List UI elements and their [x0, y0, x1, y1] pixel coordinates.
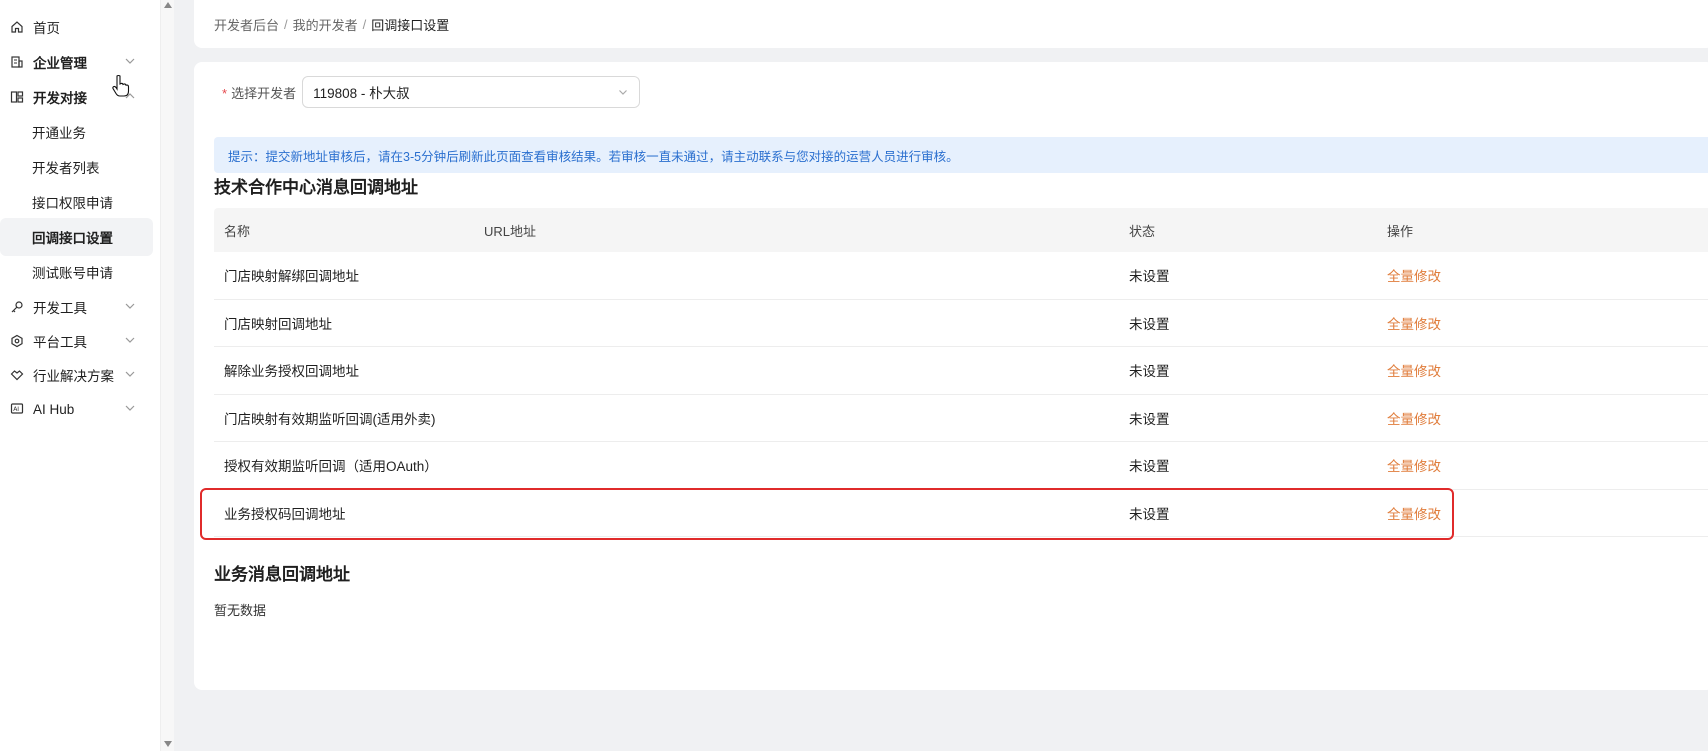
- sidebar-subitem-label: 开通业务: [32, 126, 86, 141]
- sidebar-item-enterprise[interactable]: 企业管理: [0, 43, 160, 81]
- empty-state-text: 暂无数据: [214, 603, 267, 618]
- home-icon: [9, 19, 25, 35]
- column-header-status: 状态: [1129, 223, 1156, 239]
- breadcrumb-item-my-developers[interactable]: 我的开发者: [293, 15, 358, 34]
- row-name: 授权有效期监听回调（适用OAuth）: [224, 459, 438, 475]
- row-name: 门店映射回调地址: [224, 316, 332, 332]
- sidebar-subitem-developer-list[interactable]: 开发者列表: [0, 148, 153, 186]
- required-mark: *: [222, 85, 228, 101]
- main-content-card: * 选择开发者 119808 - 朴大叔 提示：提交新地址审核后，请在3-5分钟后…: [194, 62, 1708, 690]
- table-row: 门店映射回调地址 未设置 全量修改: [214, 300, 1708, 347]
- handshake-icon: [9, 367, 25, 383]
- section-title-tech-callback: 技术合作中心消息回调地址: [214, 178, 418, 197]
- hand-pointer-cursor-icon: [112, 74, 130, 97]
- sidebar-item-ai-hub[interactable]: AI AI Hub: [0, 390, 160, 428]
- row-name: 门店映射解绑回调地址: [224, 269, 359, 285]
- row-status: 未设置: [1129, 269, 1170, 285]
- sidebar-item-industry-solutions[interactable]: 行业解决方案: [0, 356, 160, 394]
- building-icon: [9, 54, 25, 70]
- chevron-down-icon: [124, 368, 138, 382]
- row-name: 门店映射有效期监听回调(适用外卖): [224, 411, 436, 427]
- row-status: 未设置: [1129, 411, 1170, 427]
- dev-connect-icon: [9, 89, 25, 105]
- full-edit-link[interactable]: 全量修改: [1387, 412, 1441, 427]
- breadcrumb: 开发者后台 / 我的开发者 / 回调接口设置: [194, 0, 1708, 48]
- row-status: 未设置: [1129, 364, 1170, 380]
- chevron-down-icon: [124, 300, 138, 314]
- developer-select-row: * 选择开发者 119808 - 朴大叔: [222, 76, 641, 108]
- developer-select[interactable]: 119808 - 朴大叔: [302, 76, 641, 108]
- sidebar-item-dev-connect[interactable]: 开发对接: [0, 78, 160, 116]
- row-status: 未设置: [1129, 459, 1170, 475]
- column-header-action: 操作: [1387, 223, 1414, 239]
- sidebar-item-label: 平台工具: [33, 335, 87, 350]
- column-header-url: URL地址: [484, 223, 537, 239]
- sidebar-subitem-open-business[interactable]: 开通业务: [0, 113, 153, 151]
- developer-select-value: 119808 - 朴大叔: [313, 86, 410, 101]
- scroll-thumb[interactable]: [164, 12, 172, 732]
- sidebar-item-label: 首页: [33, 21, 60, 36]
- chevron-down-icon: [124, 55, 138, 69]
- full-edit-link[interactable]: 全量修改: [1387, 317, 1441, 332]
- sidebar-item-platform-tools[interactable]: 平台工具: [0, 322, 160, 360]
- sidebar-item-label: AI Hub: [33, 401, 75, 417]
- sidebar-item-label: 开发工具: [33, 301, 87, 316]
- svg-text:AI: AI: [13, 406, 19, 413]
- developer-select-label: * 选择开发者: [222, 83, 296, 102]
- sidebar: 首页 企业管理 开发对接 开通业务 开发者列表 接口权限申请 回调接口设置 测试…: [0, 0, 174, 751]
- scroll-down-arrow-icon[interactable]: [164, 741, 172, 747]
- table-row: 解除业务授权回调地址 未设置 全量修改: [214, 347, 1708, 395]
- breadcrumb-item-current: 回调接口设置: [371, 17, 450, 33]
- row-name: 解除业务授权回调地址: [224, 364, 359, 380]
- sidebar-subitem-callback-settings[interactable]: 回调接口设置: [0, 218, 153, 256]
- table-row: 门店映射有效期监听回调(适用外卖) 未设置 全量修改: [214, 395, 1708, 442]
- info-alert: 提示：提交新地址审核后，请在3-5分钟后刷新此页面查看审核结果。若审核一直未通过…: [214, 137, 1708, 173]
- sidebar-scrollbar[interactable]: [160, 0, 174, 751]
- sidebar-subitem-label: 回调接口设置: [32, 231, 113, 246]
- section-title-business-callback: 业务消息回调地址: [214, 565, 350, 584]
- key-icon: [9, 299, 25, 315]
- hexagon-settings-icon: [9, 333, 25, 349]
- sidebar-subitem-label: 测试账号申请: [32, 266, 113, 281]
- table-header: 名称 URL地址 状态 操作: [214, 208, 1708, 252]
- table-row: 门店映射解绑回调地址 未设置 全量修改: [214, 252, 1708, 300]
- developer-select-label-text: 选择开发者: [231, 85, 297, 101]
- chevron-down-icon: [124, 402, 138, 416]
- sidebar-subitem-api-permission[interactable]: 接口权限申请: [0, 183, 153, 221]
- table-row: 授权有效期监听回调（适用OAuth） 未设置 全量修改: [214, 442, 1708, 490]
- full-edit-link[interactable]: 全量修改: [1387, 459, 1441, 474]
- chevron-down-icon: [617, 86, 629, 98]
- sidebar-subitem-test-account[interactable]: 测试账号申请: [0, 253, 153, 291]
- column-header-name: 名称: [224, 223, 251, 239]
- breadcrumb-item-developer-backend[interactable]: 开发者后台: [214, 15, 279, 34]
- chevron-down-icon: [124, 334, 138, 348]
- info-alert-text: 提示：提交新地址审核后，请在3-5分钟后刷新此页面查看审核结果。若审核一直未通过…: [228, 149, 959, 164]
- sidebar-subitem-label: 开发者列表: [32, 161, 100, 176]
- scroll-up-arrow-icon[interactable]: [164, 2, 172, 8]
- breadcrumb-separator: /: [284, 16, 288, 32]
- sidebar-item-label: 行业解决方案: [33, 369, 114, 384]
- full-edit-link[interactable]: 全量修改: [1387, 364, 1441, 379]
- breadcrumb-separator: /: [362, 16, 367, 32]
- full-edit-link[interactable]: 全量修改: [1387, 269, 1441, 284]
- sidebar-item-dev-tools[interactable]: 开发工具: [0, 288, 160, 326]
- sidebar-subitem-label: 接口权限申请: [32, 196, 113, 211]
- highlight-annotation-box: [200, 488, 1454, 540]
- sidebar-item-label: 企业管理: [33, 56, 87, 71]
- ai-icon: AI: [9, 401, 25, 417]
- sidebar-item-home[interactable]: 首页: [0, 8, 160, 46]
- row-status: 未设置: [1129, 316, 1170, 332]
